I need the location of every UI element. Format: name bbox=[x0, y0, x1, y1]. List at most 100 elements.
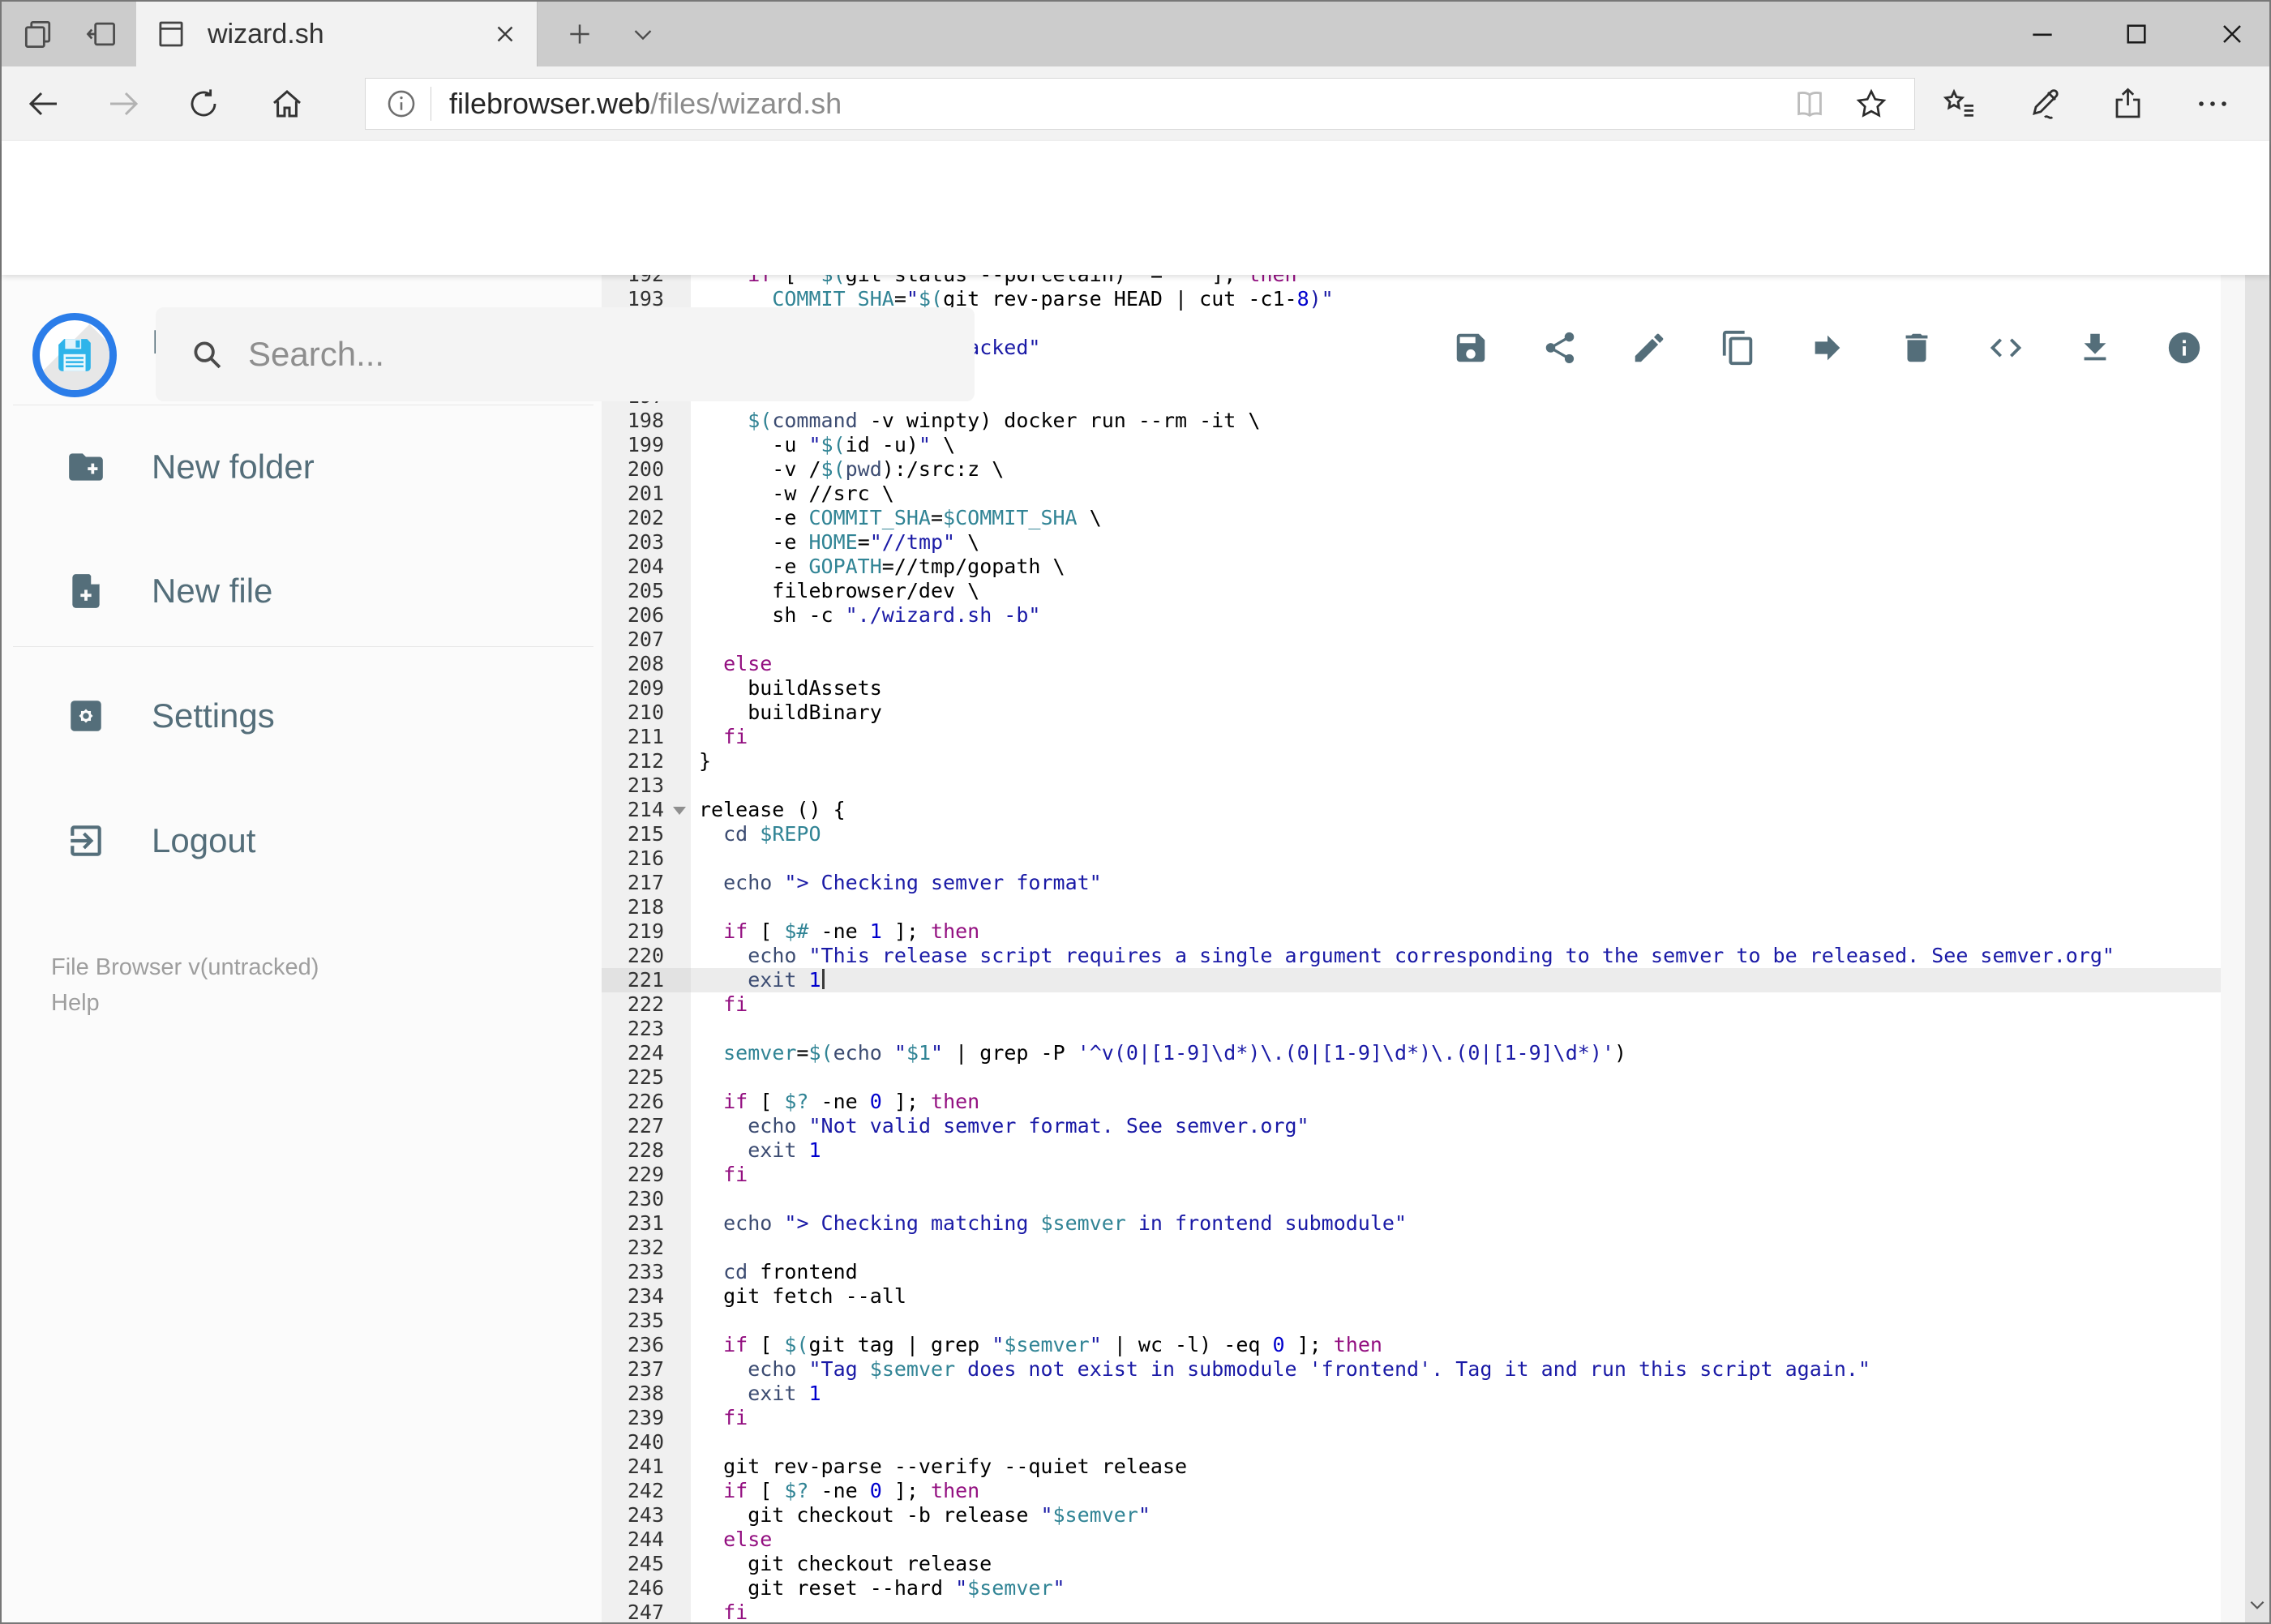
code-line-232[interactable]: 232 bbox=[602, 1236, 2245, 1260]
toolbar-move-button[interactable] bbox=[1809, 329, 1846, 366]
annotate-button[interactable] bbox=[2020, 71, 2068, 136]
code-editor[interactable]: 192 if [ "$(git status --porcelain)" = "… bbox=[602, 275, 2245, 1622]
code-line-205[interactable]: 205 filebrowser/dev \ bbox=[602, 579, 2245, 603]
toolbar-rename-button[interactable] bbox=[1630, 329, 1668, 366]
code-line-208[interactable]: 208 else bbox=[602, 652, 2245, 676]
browser-tab[interactable]: wizard.sh bbox=[136, 2, 538, 66]
toolbar-info-button[interactable] bbox=[2166, 329, 2203, 366]
toolbar-share-button[interactable] bbox=[1541, 329, 1579, 366]
code-line-220[interactable]: 220 echo "This release script requires a… bbox=[602, 944, 2245, 968]
code-line-203[interactable]: 203 -e HOME="//tmp" \ bbox=[602, 530, 2245, 555]
code-line-238[interactable]: 238 exit 1 bbox=[602, 1382, 2245, 1406]
sidebar-item-label: Settings bbox=[152, 696, 275, 735]
line-number: 198 bbox=[602, 409, 691, 433]
sidebar-item-settings[interactable]: Settings bbox=[2, 677, 602, 755]
line-number: 192 bbox=[602, 275, 691, 287]
sidebar-footer-help-link[interactable]: Help bbox=[51, 985, 319, 1021]
code-line-240[interactable]: 240 bbox=[602, 1430, 2245, 1455]
code-line-247[interactable]: 247 fi bbox=[602, 1600, 2245, 1622]
code-line-214[interactable]: 214 release () { bbox=[602, 798, 2245, 822]
code-line-210[interactable]: 210 buildBinary bbox=[602, 701, 2245, 725]
code-line-211[interactable]: 211 fi bbox=[602, 725, 2245, 749]
code-line-223[interactable]: 223 bbox=[602, 1017, 2245, 1041]
sidebar-item-new-folder[interactable]: New folder bbox=[2, 428, 602, 506]
code-line-216[interactable]: 216 bbox=[602, 846, 2245, 871]
tab-close-button[interactable] bbox=[491, 20, 519, 48]
info-icon bbox=[2166, 329, 2203, 366]
code-line-236[interactable]: 236 if [ $(git tag | grep "$semver" | wc… bbox=[602, 1333, 2245, 1357]
code-line-207[interactable]: 207 bbox=[602, 628, 2245, 652]
share-icon bbox=[2109, 84, 2148, 123]
code-line-244[interactable]: 244 else bbox=[602, 1528, 2245, 1552]
code-line-246[interactable]: 246 git reset --hard "$semver" bbox=[602, 1576, 2245, 1600]
code-line-228[interactable]: 228 exit 1 bbox=[602, 1138, 2245, 1163]
code-line-text bbox=[691, 846, 2245, 871]
app-logo[interactable] bbox=[32, 313, 117, 397]
add-favorite-button[interactable] bbox=[1853, 85, 1890, 122]
close-window-button[interactable] bbox=[2197, 2, 2267, 66]
code-line-241[interactable]: 241 git rev-parse --verify --quiet relea… bbox=[602, 1455, 2245, 1479]
code-line-213[interactable]: 213 bbox=[602, 773, 2245, 798]
line-number: 207 bbox=[602, 628, 691, 652]
set-aside-tabs-button[interactable] bbox=[70, 2, 133, 66]
code-line-234[interactable]: 234 git fetch --all bbox=[602, 1284, 2245, 1309]
code-line-218[interactable]: 218 bbox=[602, 895, 2245, 919]
code-line-237[interactable]: 237 echo "Tag $semver does not exist in … bbox=[602, 1357, 2245, 1382]
code-line-243[interactable]: 243 git checkout -b release "$semver" bbox=[602, 1503, 2245, 1528]
more-button[interactable] bbox=[2188, 71, 2237, 136]
code-line-227[interactable]: 227 echo "Not valid semver format. See s… bbox=[602, 1114, 2245, 1138]
code-line-230[interactable]: 230 bbox=[602, 1187, 2245, 1211]
tab-preview-button[interactable] bbox=[6, 2, 70, 66]
sidebar-item-label: Logout bbox=[152, 821, 256, 859]
maximize-button[interactable] bbox=[2102, 2, 2171, 66]
code-line-225[interactable]: 225 bbox=[602, 1065, 2245, 1090]
fold-toggle-icon[interactable] bbox=[673, 807, 686, 815]
hub-button[interactable] bbox=[1935, 71, 1984, 136]
code-line-245[interactable]: 245 git checkout release bbox=[602, 1552, 2245, 1576]
code-line-224[interactable]: 224 semver=$(echo "$1" | grep -P '^v(0|[… bbox=[602, 1041, 2245, 1065]
toolbar-editor-button[interactable] bbox=[1987, 329, 2025, 366]
tab-list-dropdown-button[interactable] bbox=[615, 2, 671, 66]
code-line-204[interactable]: 204 -e GOPATH=//tmp/gopath \ bbox=[602, 555, 2245, 579]
minimize-button[interactable] bbox=[2007, 2, 2077, 66]
code-line-212[interactable]: 212} bbox=[602, 749, 2245, 773]
home-button[interactable] bbox=[255, 71, 319, 136]
toolbar-save-button[interactable] bbox=[1452, 329, 1489, 366]
code-line-235[interactable]: 235 bbox=[602, 1309, 2245, 1333]
new-tab-button[interactable] bbox=[551, 2, 608, 66]
toolbar-download-button[interactable] bbox=[2076, 329, 2114, 366]
code-line-206[interactable]: 206 sh -c "./wizard.sh -b" bbox=[602, 603, 2245, 628]
code-line-233[interactable]: 233 cd frontend bbox=[602, 1260, 2245, 1284]
code-line-text bbox=[691, 773, 2245, 798]
code-line-209[interactable]: 209 buildAssets bbox=[602, 676, 2245, 701]
code-line-239[interactable]: 239 fi bbox=[602, 1406, 2245, 1430]
code-line-217[interactable]: 217 echo "> Checking semver format" bbox=[602, 871, 2245, 895]
sidebar-item-new-file[interactable]: New file bbox=[2, 552, 602, 630]
code-line-201[interactable]: 201 -w //src \ bbox=[602, 482, 2245, 506]
code-line-215[interactable]: 215 cd $REPO bbox=[602, 822, 2245, 846]
code-line-219[interactable]: 219 if [ $# -ne 1 ]; then bbox=[602, 919, 2245, 944]
code-line-200[interactable]: 200 -v /$(pwd):/src:z \ bbox=[602, 457, 2245, 482]
scrollbar-down-button[interactable] bbox=[2245, 1587, 2269, 1622]
toolbar-delete-button[interactable] bbox=[1898, 329, 1935, 366]
code-line-199[interactable]: 199 -u "$(id -u)" \ bbox=[602, 433, 2245, 457]
address-bar[interactable]: filebrowser.web/files/wizard.sh bbox=[365, 78, 1915, 130]
toolbar-copy-button[interactable] bbox=[1720, 329, 1757, 366]
code-line-202[interactable]: 202 -e COMMIT_SHA=$COMMIT_SHA \ bbox=[602, 506, 2245, 530]
code-line-242[interactable]: 242 if [ $? -ne 0 ]; then bbox=[602, 1479, 2245, 1503]
share-button[interactable] bbox=[2104, 71, 2153, 136]
refresh-button[interactable] bbox=[171, 71, 236, 136]
search-input[interactable] bbox=[248, 335, 897, 374]
sidebar-item-logout[interactable]: Logout bbox=[2, 802, 602, 880]
code-line-226[interactable]: 226 if [ $? -ne 0 ]; then bbox=[602, 1090, 2245, 1114]
page-scrollbar[interactable] bbox=[2245, 141, 2269, 1622]
info-icon[interactable] bbox=[383, 86, 419, 122]
code-line-231[interactable]: 231 echo "> Checking matching $semver in… bbox=[602, 1211, 2245, 1236]
code-line-222[interactable]: 222 fi bbox=[602, 992, 2245, 1017]
line-number: 206 bbox=[602, 603, 691, 628]
forward-button[interactable] bbox=[92, 71, 156, 136]
code-line-229[interactable]: 229 fi bbox=[602, 1163, 2245, 1187]
back-button[interactable] bbox=[11, 71, 75, 136]
code-line-221[interactable]: 221 exit 1 bbox=[602, 968, 2245, 992]
reading-view-button[interactable] bbox=[1791, 85, 1828, 122]
